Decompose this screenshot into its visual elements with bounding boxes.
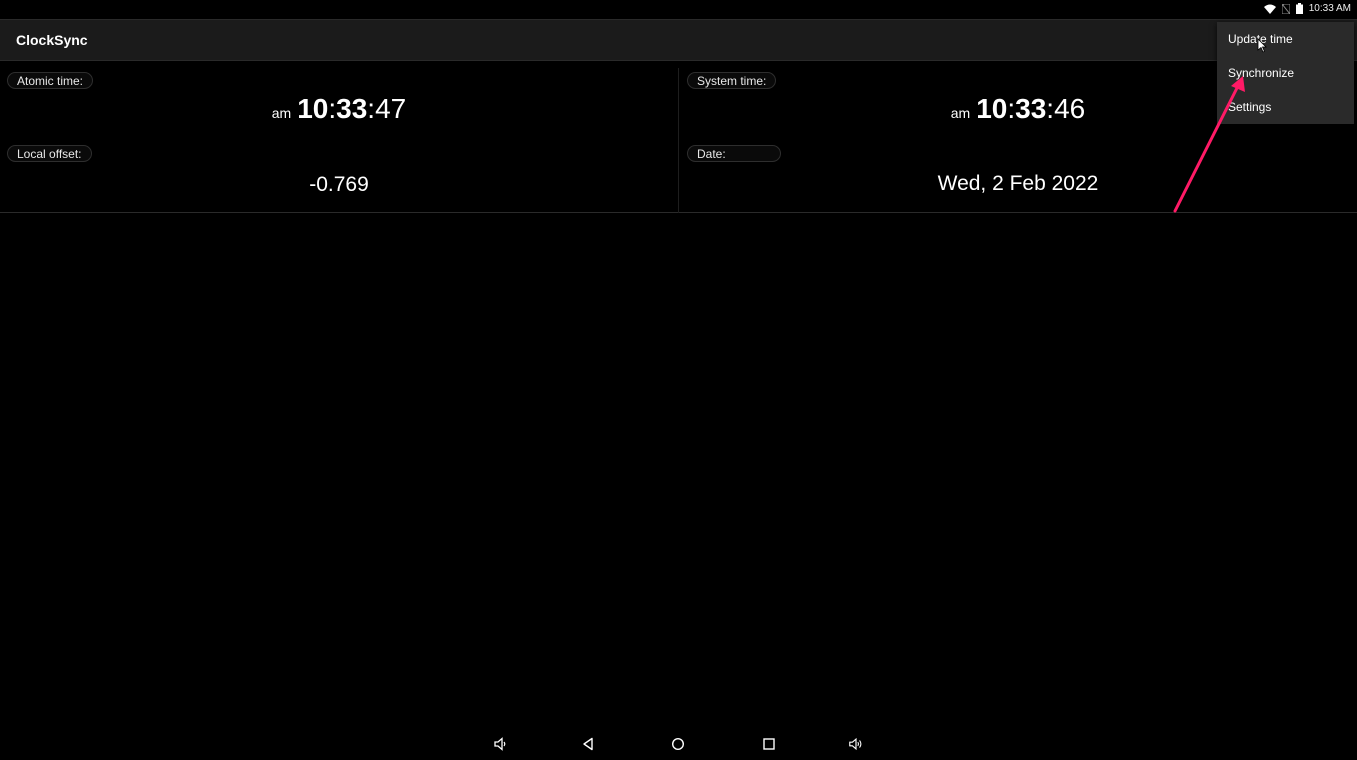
date-value: Wed, 2 Feb 2022 [937, 172, 1099, 195]
local-offset-label: Local offset: [7, 145, 92, 162]
info-grid: Atomic time: am 10:33:47 System time: am 1… [0, 62, 1357, 213]
atomic-ampm: am [271, 105, 292, 121]
atomic-colon-1: : [328, 93, 337, 124]
date-cell: Date: Wed, 2 Feb 2022 [679, 138, 1357, 213]
battery-icon [1295, 3, 1303, 14]
atomic-second: 47 [375, 93, 407, 124]
volume-up-icon[interactable] [848, 736, 864, 752]
system-colon-2: : [1046, 93, 1055, 124]
atomic-colon-2: : [367, 93, 376, 124]
atomic-minute: 33 [336, 93, 368, 124]
local-offset-cell: Local offset: -0.769 [0, 138, 678, 213]
wifi-icon [1263, 4, 1276, 14]
system-ampm: am [950, 105, 971, 121]
system-minute: 33 [1015, 93, 1047, 124]
no-sim-icon [1281, 3, 1290, 14]
status-bar: 10:33 AM [0, 0, 1357, 17]
local-offset-value: -0.769 [309, 173, 369, 196]
status-time: 10:33 AM [1308, 3, 1351, 14]
nav-bar [0, 728, 1357, 760]
atomic-time-label: Atomic time: [7, 72, 94, 89]
annotation-arrow [1173, 76, 1245, 213]
volume-down-icon[interactable] [492, 736, 508, 752]
screen: 10:33 AM ClockSync Atomic time: am 10:33:… [0, 0, 1357, 760]
atomic-time-value: am 10:33:47 [0, 93, 678, 125]
home-icon[interactable] [670, 736, 686, 752]
menu-item-update-time[interactable]: Update time [1217, 22, 1354, 56]
app-bar: ClockSync [0, 19, 1357, 61]
system-second: 46 [1054, 93, 1086, 124]
system-colon-1: : [1007, 93, 1016, 124]
back-icon[interactable] [580, 736, 596, 752]
system-hour: 10 [976, 93, 1008, 124]
date-label: Date: [687, 145, 781, 162]
mouse-cursor-icon [1257, 38, 1267, 53]
recents-icon[interactable] [761, 736, 777, 752]
atomic-time-cell: Atomic time: am 10:33:47 [0, 62, 678, 132]
system-time-label: System time: [687, 72, 777, 89]
atomic-hour: 10 [297, 93, 329, 124]
app-title: ClockSync [16, 32, 88, 48]
